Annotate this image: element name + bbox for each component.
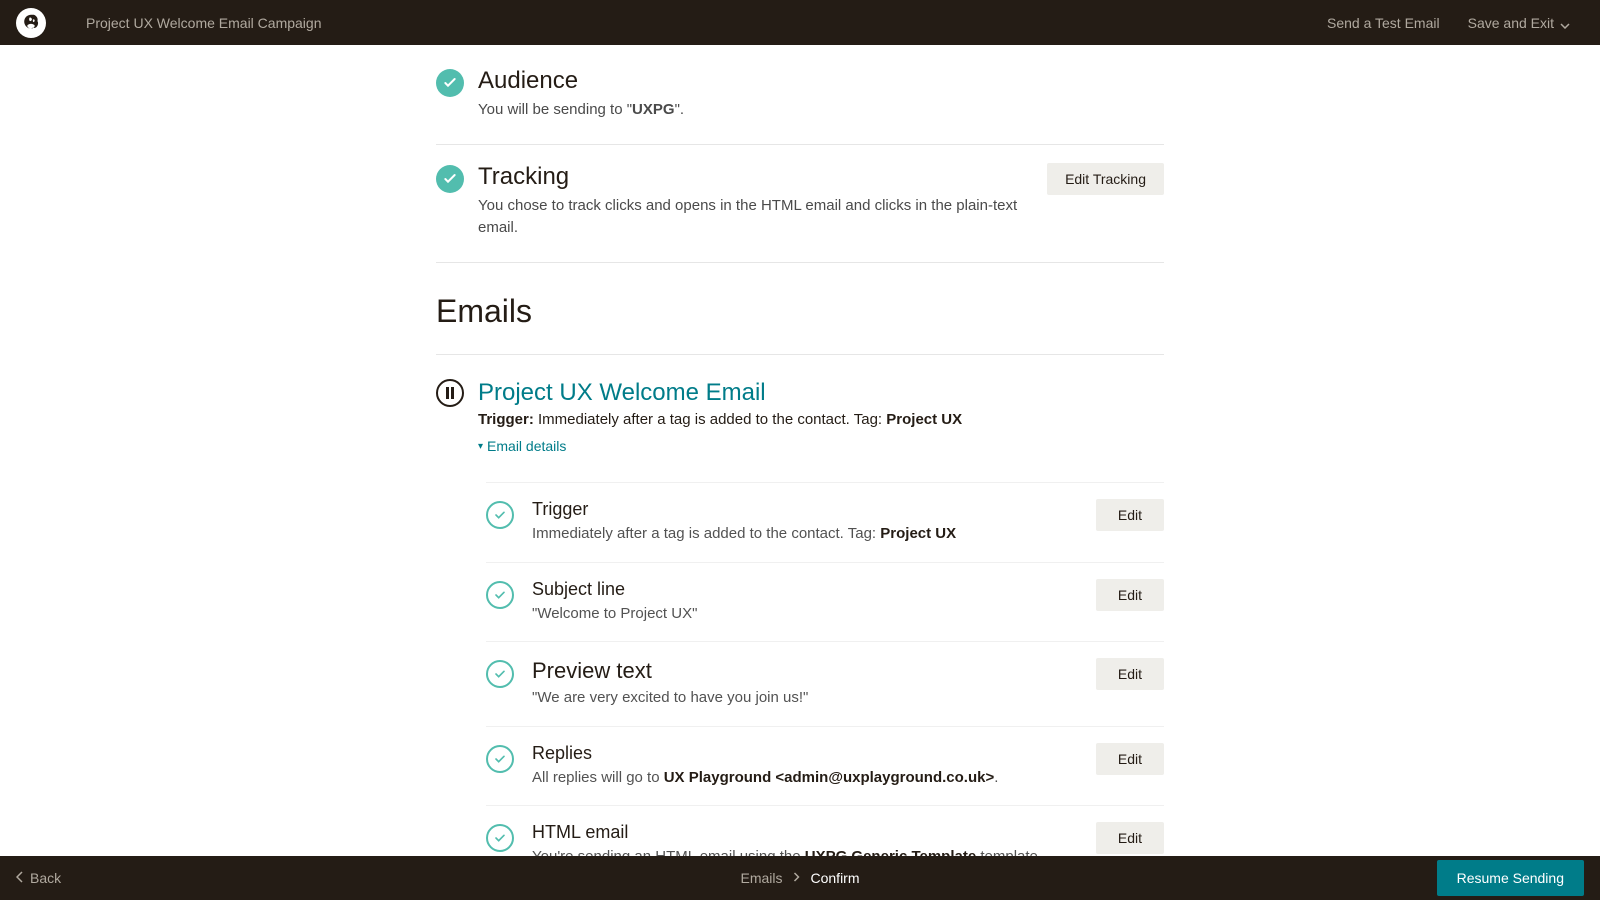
step-confirm[interactable]: Confirm [811, 870, 860, 886]
edit-tracking-button[interactable]: Edit Tracking [1047, 163, 1164, 195]
chevron-right-icon [793, 871, 801, 885]
detail-html-title: HTML email [532, 822, 1078, 843]
detail-trigger-title: Trigger [532, 499, 1078, 520]
detail-replies-title: Replies [532, 743, 1078, 764]
trigger-desc-pre: Immediately after a tag is added to the … [532, 525, 880, 542]
replies-desc-addr: UX Playground <admin@uxplayground.co.uk> [664, 769, 995, 786]
resume-sending-button[interactable]: Resume Sending [1437, 860, 1584, 896]
pause-icon [436, 379, 464, 407]
check-outline-icon [486, 824, 514, 852]
tracking-section: Tracking You chose to track clicks and o… [436, 145, 1164, 263]
chevron-left-icon [16, 870, 24, 886]
caret-down-icon: ▾ [478, 441, 483, 452]
trigger-text: Immediately after a tag is added to the … [534, 411, 886, 428]
back-link[interactable]: Back [16, 870, 61, 886]
bottom-bar: Back Emails Confirm Resume Sending [0, 856, 1600, 900]
email-block: Project UX Welcome Email Trigger: Immedi… [436, 355, 1164, 857]
step-breadcrumb: Emails Confirm [740, 870, 859, 886]
check-outline-icon [486, 581, 514, 609]
check-circle-icon [436, 165, 464, 193]
edit-subject-button[interactable]: Edit [1096, 579, 1164, 611]
detail-trigger-desc: Immediately after a tag is added to the … [532, 523, 1078, 546]
emails-heading: Emails [436, 293, 1164, 330]
detail-subject-title: Subject line [532, 579, 1078, 600]
top-bar: Project UX Welcome Email Campaign Send a… [0, 0, 1600, 45]
replies-desc-pre: All replies will go to [532, 769, 664, 786]
edit-html-email-button[interactable]: Edit [1096, 822, 1164, 854]
details-toggle-label: Email details [487, 438, 566, 454]
tracking-description: You chose to track clicks and opens in t… [478, 195, 1033, 240]
email-details-toggle[interactable]: ▾ Email details [478, 438, 566, 454]
tracking-title: Tracking [478, 163, 1033, 191]
mailchimp-icon [20, 12, 42, 34]
check-outline-icon [486, 745, 514, 773]
email-details-list: Trigger Immediately after a tag is added… [486, 482, 1164, 856]
replies-desc-post: . [994, 769, 998, 786]
detail-subject: Subject line "Welcome to Project UX" Edi… [486, 562, 1164, 642]
email-trigger-line: Trigger: Immediately after a tag is adde… [478, 411, 1164, 428]
html-desc-template: UXPG Generic Template [805, 848, 976, 856]
audience-desc-pre: You will be sending to " [478, 101, 632, 118]
chevron-down-icon [1560, 16, 1570, 32]
save-and-exit-menu[interactable]: Save and Exit [1454, 7, 1584, 39]
audience-title: Audience [478, 67, 1164, 95]
edit-preview-button[interactable]: Edit [1096, 658, 1164, 690]
trigger-label: Trigger: [478, 411, 534, 428]
html-desc-pre: You're sending an HTML email using the [532, 848, 805, 856]
check-outline-icon [486, 501, 514, 529]
detail-replies-desc: All replies will go to UX Playground <ad… [532, 767, 1078, 790]
detail-trigger: Trigger Immediately after a tag is added… [486, 482, 1164, 562]
edit-trigger-button[interactable]: Edit [1096, 499, 1164, 531]
email-name-link[interactable]: Project UX Welcome Email [478, 379, 1164, 407]
detail-html-email: HTML email You're sending an HTML email … [486, 805, 1164, 856]
detail-html-desc: You're sending an HTML email using the U… [532, 846, 1078, 856]
send-test-email-link[interactable]: Send a Test Email [1313, 7, 1454, 39]
trigger-tag: Project UX [886, 411, 962, 428]
detail-preview-title: Preview text [532, 658, 1078, 684]
audience-desc-name: UXPG [632, 101, 675, 118]
detail-subject-desc: "Welcome to Project UX" [532, 603, 1078, 626]
mailchimp-logo[interactable] [16, 8, 46, 38]
step-emails[interactable]: Emails [740, 870, 782, 886]
check-circle-icon [436, 69, 464, 97]
audience-description: You will be sending to "UXPG". [478, 99, 1164, 122]
check-outline-icon [486, 660, 514, 688]
detail-replies: Replies All replies will go to UX Playgr… [486, 726, 1164, 806]
save-and-exit-label: Save and Exit [1468, 15, 1554, 31]
detail-preview-desc: "We are very excited to have you join us… [532, 687, 1078, 710]
detail-preview: Preview text "We are very excited to hav… [486, 641, 1164, 726]
html-desc-post: template. [976, 848, 1042, 856]
audience-section: Audience You will be sending to "UXPG". [436, 55, 1164, 145]
main-viewport[interactable]: Audience You will be sending to "UXPG". … [0, 45, 1600, 856]
edit-replies-button[interactable]: Edit [1096, 743, 1164, 775]
campaign-title: Project UX Welcome Email Campaign [86, 15, 322, 31]
trigger-desc-tag: Project UX [880, 525, 956, 542]
audience-desc-post: ". [675, 101, 685, 118]
back-label: Back [30, 870, 61, 886]
